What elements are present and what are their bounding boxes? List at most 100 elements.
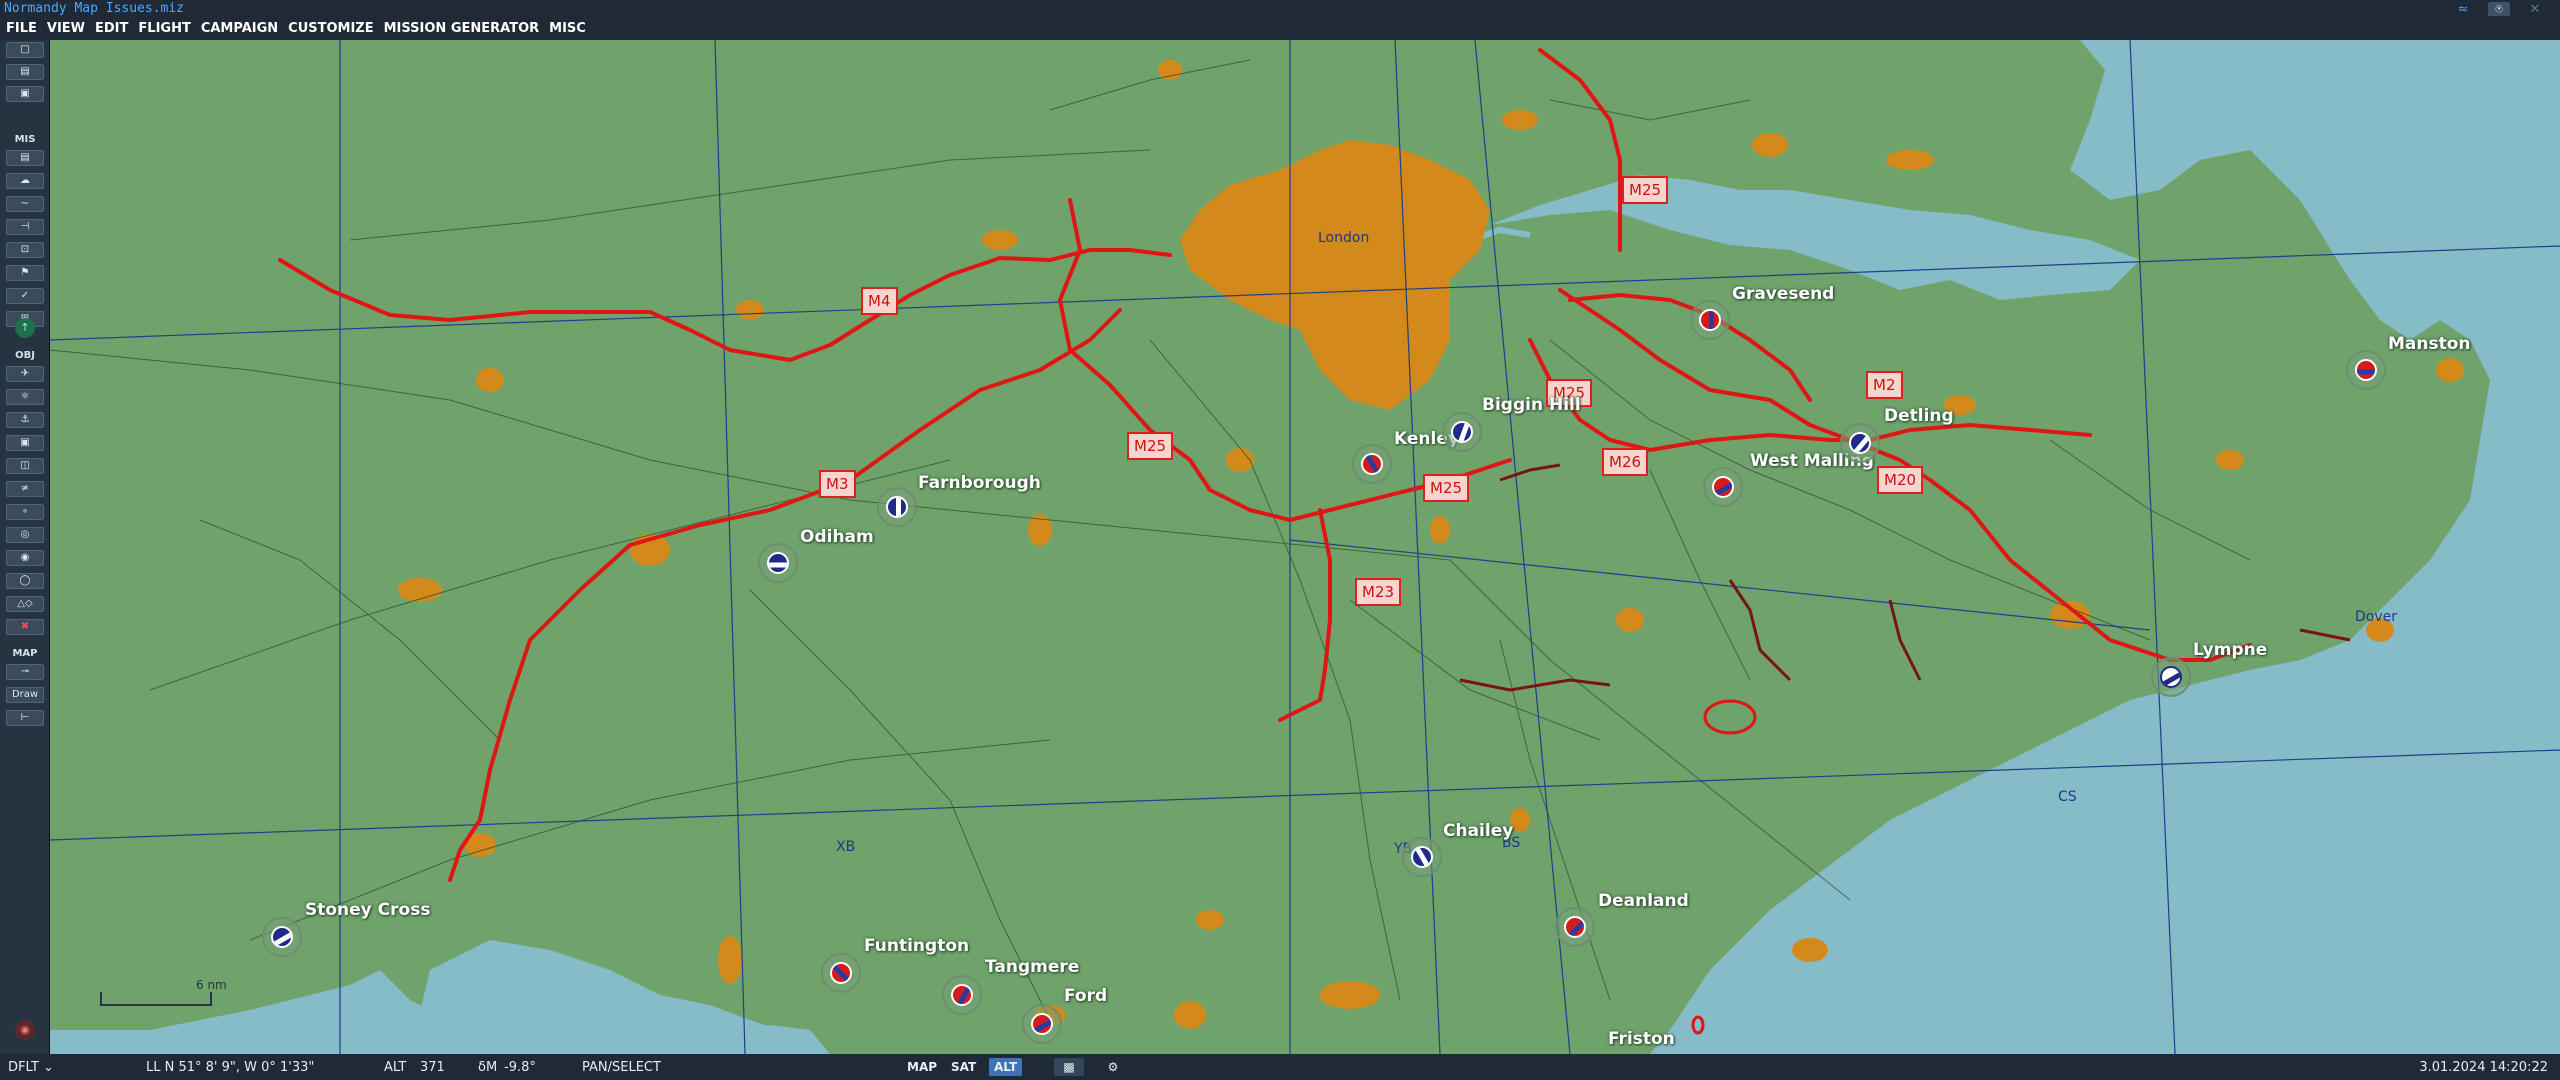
road-tag-m2[interactable]: M2 xyxy=(1866,371,1903,399)
road-tag-m25-north[interactable]: M25 xyxy=(1622,176,1669,204)
menu-file[interactable]: FILE xyxy=(6,21,37,36)
new-file-icon[interactable]: □ xyxy=(6,42,44,58)
zone-circle-small xyxy=(1691,1015,1705,1035)
scale-label: 6 nm xyxy=(196,978,227,992)
road-tag-m20[interactable]: M20 xyxy=(1877,466,1924,494)
weather-icon[interactable]: ☁ xyxy=(6,173,44,189)
altitude-mode-button[interactable]: ALT xyxy=(989,1058,1023,1076)
airfield-marker-chailey[interactable] xyxy=(1402,837,1442,877)
map-view[interactable]: London Dover XB YB BS CS M4 M3 M25 M25 M… xyxy=(50,40,2560,1054)
road-tag-m4[interactable]: M4 xyxy=(861,287,898,315)
airfield-marker-ford[interactable] xyxy=(1022,1004,1062,1044)
airfield-marker-farnborough[interactable] xyxy=(877,487,917,527)
airfield-marker-lympne[interactable] xyxy=(2151,657,2191,697)
helicopter-icon[interactable]: ⚛ xyxy=(6,389,44,405)
altitude-label: ALT xyxy=(384,1060,407,1075)
airfield-marker-biggin-hill[interactable] xyxy=(1442,412,1482,452)
close-icon[interactable]: ✕ xyxy=(2524,2,2546,17)
network-icon[interactable]: ≈ xyxy=(2452,2,2474,17)
chevron-down-icon: ⌄ xyxy=(43,1060,54,1075)
road-tag-m3[interactable]: M3 xyxy=(819,470,856,498)
ship-icon[interactable]: ⚓ xyxy=(6,412,44,428)
label-dover: Dover xyxy=(2355,609,2397,625)
map-mode-button[interactable]: MAP xyxy=(902,1058,942,1076)
static-object-icon[interactable]: ◫ xyxy=(6,458,44,474)
airport-label-farnborough: Farnborough xyxy=(918,473,1041,493)
magnetic-declination-label: δM xyxy=(478,1060,498,1075)
airplane-icon[interactable]: ✈ xyxy=(6,366,44,382)
magnetic-declination-value: -9.8° xyxy=(504,1060,536,1075)
menu-bar: FILE VIEW EDIT FLIGHT CAMPAIGN CUSTOMIZE… xyxy=(0,16,2560,40)
airport-label-lympne: Lympne xyxy=(2193,640,2268,660)
satellite-mode-button[interactable]: SAT xyxy=(946,1058,981,1076)
airfield-marker-gravesend[interactable] xyxy=(1690,300,1730,340)
airfield-marker-west-malling[interactable] xyxy=(1703,467,1743,507)
title-bar: Normandy Map Issues.miz ≈ ⍟ ✕ xyxy=(0,0,2560,17)
template-icon[interactable]: ≄ xyxy=(6,481,44,497)
grid-label-cs: CS xyxy=(2058,789,2077,805)
airport-label-ford: Ford xyxy=(1064,986,1108,1006)
save-file-icon[interactable]: ▣ xyxy=(6,86,44,102)
airfield-marker-tangmere[interactable] xyxy=(942,975,982,1015)
road-tag-m25-south[interactable]: M25 xyxy=(1423,474,1470,502)
draw-button[interactable]: Draw xyxy=(6,687,44,703)
shapes-icon[interactable]: △◇ xyxy=(6,596,44,612)
menu-misc[interactable]: MISC xyxy=(549,21,586,36)
check-icon[interactable]: ✓ xyxy=(6,288,44,304)
airport-label-biggin-hill: Biggin Hill xyxy=(1482,395,1581,415)
menu-view[interactable]: VIEW xyxy=(47,21,85,36)
airfield-marker-detling[interactable] xyxy=(1840,423,1880,463)
server-icon[interactable]: ⍟ xyxy=(2488,2,2510,17)
airport-label-funtington: Funtington xyxy=(864,936,970,956)
airfield-marker-stoney-cross[interactable] xyxy=(262,917,302,957)
map-section-label: MAP xyxy=(12,648,38,659)
group-icon[interactable]: ◯ xyxy=(6,573,44,589)
menu-flight[interactable]: FLIGHT xyxy=(138,21,190,36)
profile-select[interactable]: DFLT ⌄ xyxy=(8,1060,54,1075)
ruler-icon[interactable]: ⊢ xyxy=(6,710,44,726)
airport-label-manston: Manston xyxy=(2388,334,2471,354)
measure-icon[interactable]: ⊸ xyxy=(6,664,44,680)
profile-value: DFLT xyxy=(8,1060,39,1075)
target-icon[interactable]: ⊡ xyxy=(6,242,44,258)
menu-customize[interactable]: CUSTOMIZE xyxy=(288,21,373,36)
airfield-marker-deanland[interactable] xyxy=(1555,907,1595,947)
flag-icon[interactable]: ⚑ xyxy=(6,265,44,281)
zone-icon[interactable]: ⊣ xyxy=(6,219,44,235)
airfield-marker-funtington[interactable] xyxy=(821,953,861,993)
menu-edit[interactable]: EDIT xyxy=(95,21,128,36)
airfield-marker-kenley[interactable] xyxy=(1352,444,1392,484)
briefing-icon[interactable]: ▤ xyxy=(6,150,44,166)
airport-label-deanland: Deanland xyxy=(1598,891,1689,911)
settings-icon[interactable]: ⚙ xyxy=(1098,1058,1128,1076)
scale-bar xyxy=(100,992,212,1006)
error-icon[interactable]: ◉ xyxy=(15,1020,35,1040)
open-file-icon[interactable]: ▤ xyxy=(6,64,44,80)
road-tag-m26[interactable]: M26 xyxy=(1602,448,1649,476)
vehicle-icon[interactable]: ▣ xyxy=(6,435,44,451)
coordinate-readout: LL N 51° 8' 9", W 0° 1'33" xyxy=(146,1060,315,1075)
airfield-marker-manston[interactable] xyxy=(2346,350,2386,390)
obj-section-label: OBJ xyxy=(15,350,35,361)
circle-zone-icon[interactable]: ◎ xyxy=(6,527,44,543)
waypoint-icon[interactable]: ∘ xyxy=(6,504,44,520)
layers-icon[interactable]: ▩ xyxy=(1054,1058,1084,1076)
route-icon[interactable]: ∼ xyxy=(6,196,44,212)
airfield-marker-odiham[interactable] xyxy=(758,543,798,583)
radius-icon[interactable]: ◉ xyxy=(6,550,44,566)
info-icon[interactable]: ↑ xyxy=(15,318,35,338)
airport-label-tangmere: Tangmere xyxy=(985,957,1080,977)
grid-label-xb: XB xyxy=(836,839,856,855)
road-tag-m23[interactable]: M23 xyxy=(1355,578,1402,606)
date-time-readout: 3.01.2024 14:20:22 xyxy=(2419,1060,2548,1075)
airport-label-friston: Friston xyxy=(1608,1029,1675,1049)
road-tag-m25-west[interactable]: M25 xyxy=(1127,432,1174,460)
altitude-value: 371 xyxy=(420,1060,445,1075)
menu-campaign[interactable]: CAMPAIGN xyxy=(201,21,278,36)
airport-label-chailey: Chailey xyxy=(1443,821,1514,841)
menu-mission-generator[interactable]: MISSION GENERATOR xyxy=(384,21,540,36)
mode-readout: PAN/SELECT xyxy=(582,1060,661,1075)
window-title: Normandy Map Issues.miz xyxy=(4,1,185,16)
mis-section-label: MIS xyxy=(14,134,36,145)
delete-icon[interactable]: ✖ xyxy=(6,619,44,635)
